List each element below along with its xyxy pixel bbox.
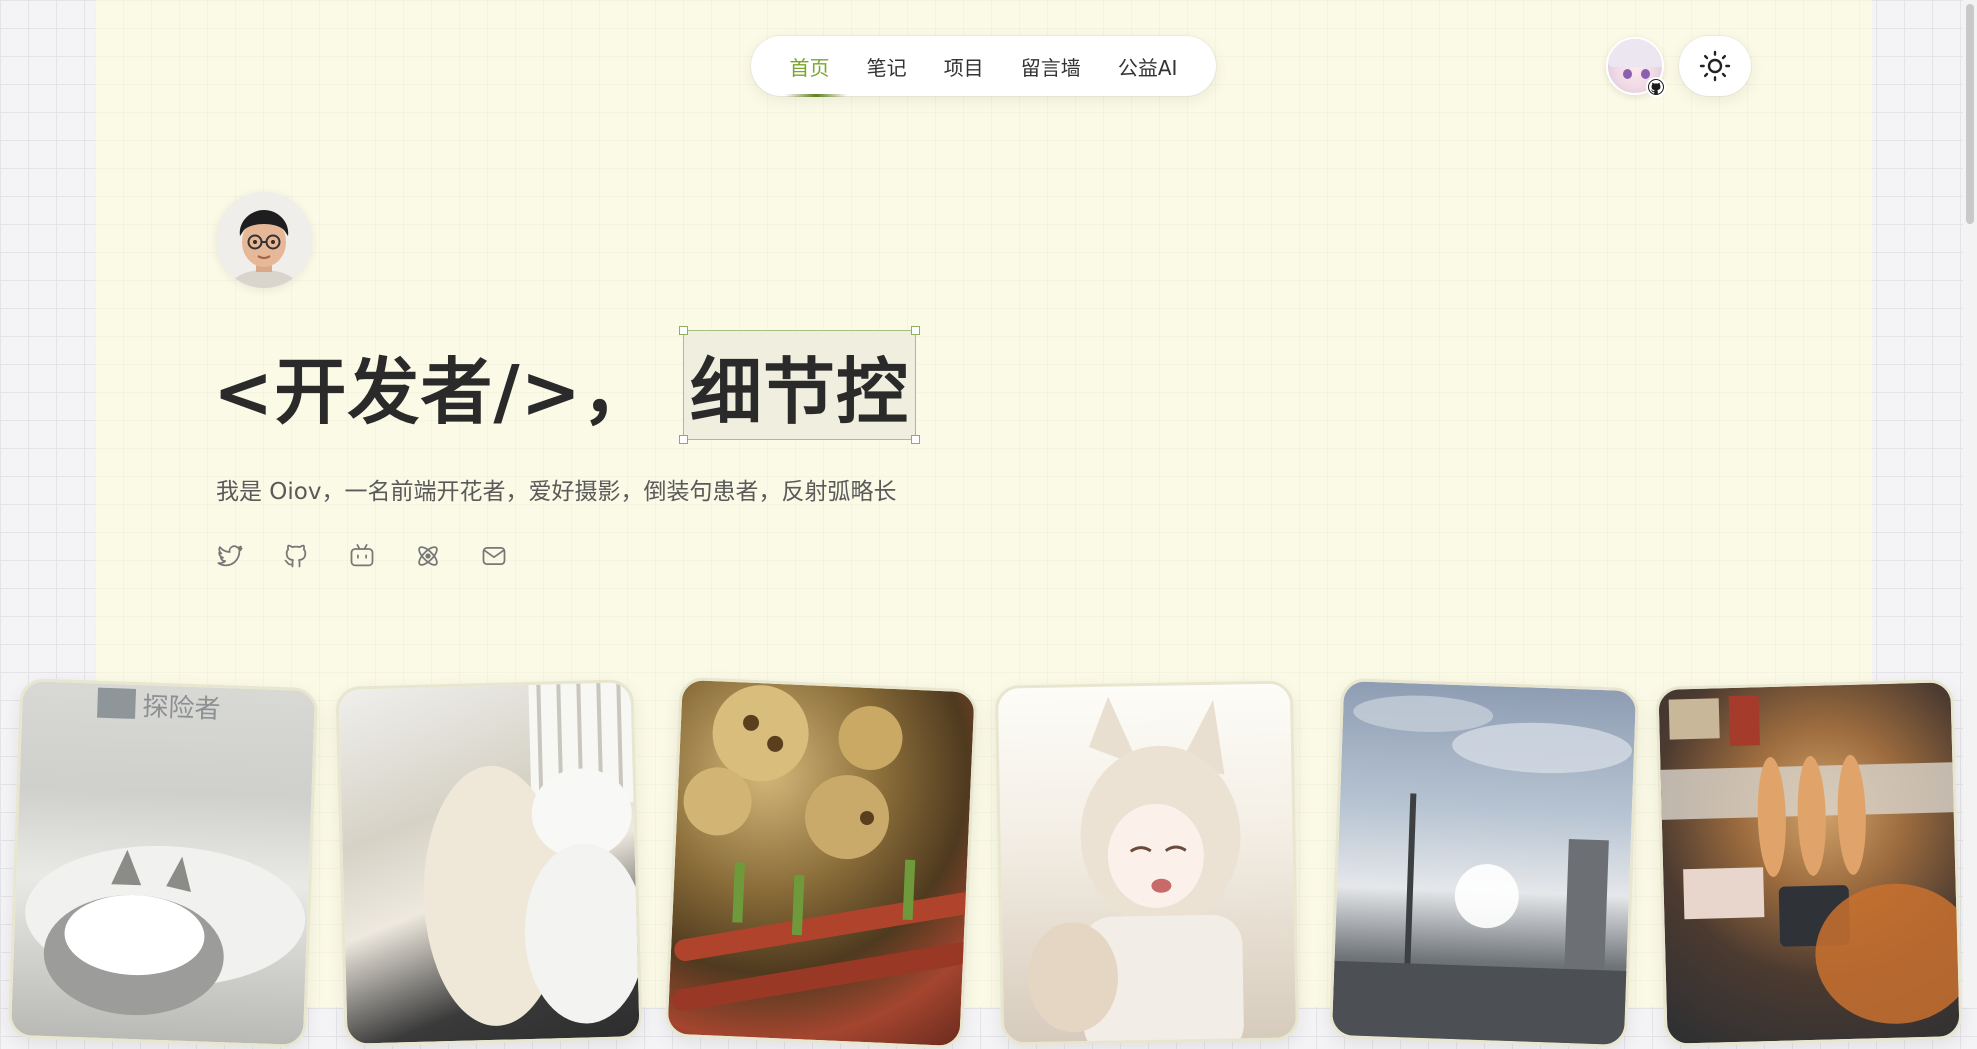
photo-card-bbq[interactable] (1655, 679, 1963, 1047)
resize-handle[interactable] (910, 326, 920, 335)
nav-item-guestbook[interactable]: 留言墙 (1017, 46, 1085, 87)
github-avatar-link[interactable] (1606, 37, 1666, 97)
scroll-thumb[interactable] (1966, 4, 1974, 224)
react-icon[interactable] (414, 542, 442, 570)
photo-card-anime[interactable] (994, 680, 1300, 1046)
hero-subtitle: 我是 Oiov，一名前端开花者，爱好摄影，倒装句患者，反射弧略长 (216, 479, 897, 505)
nav-item-notes[interactable]: 笔记 (863, 46, 911, 87)
nav-active-indicator (785, 94, 847, 97)
nav-item-projects[interactable]: 项目 (940, 46, 988, 87)
sun-icon (1699, 50, 1731, 82)
resize-handle[interactable] (678, 326, 688, 335)
social-links (216, 542, 508, 570)
theme-toggle-button[interactable] (1679, 36, 1751, 96)
resize-handle[interactable] (910, 435, 920, 444)
nav-item-ai[interactable]: 公益AI (1114, 46, 1182, 87)
github-icon (1646, 77, 1666, 97)
photo-caption: 探险者 (142, 692, 221, 725)
photo-card-dogs[interactable] (335, 679, 643, 1047)
main-nav: 首页 笔记 项目 留言墙 公益AI (751, 36, 1216, 96)
nav-item-home[interactable]: 首页 (786, 46, 834, 87)
hero-title-prefix: <开发者/>， (213, 349, 655, 434)
github-icon[interactable] (282, 542, 310, 570)
photo-gallery: 探险者 (0, 676, 1977, 1049)
profile-avatar (216, 192, 312, 288)
bilibili-icon[interactable] (348, 542, 376, 570)
scrollbar[interactable] (1963, 0, 1977, 1007)
hero-highlight-text: 细节控 (689, 349, 909, 434)
twitter-icon[interactable] (216, 542, 244, 570)
mail-icon[interactable] (480, 542, 508, 570)
resize-handle[interactable] (678, 435, 688, 444)
hero-title: <开发者/>， 细节控 (213, 326, 920, 444)
photo-card-sky[interactable] (1328, 677, 1640, 1049)
photo-card-food[interactable] (664, 676, 978, 1049)
photo-card-cat[interactable]: 探险者 (7, 677, 319, 1049)
hero-title-highlight[interactable]: 细节控 (678, 326, 920, 444)
